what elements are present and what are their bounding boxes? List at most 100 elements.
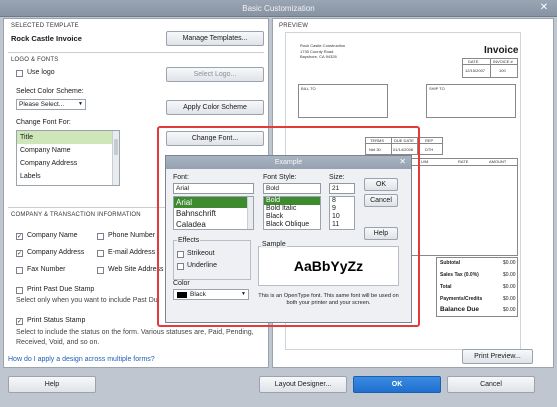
divider (8, 52, 264, 53)
company-address-label: Company Address (27, 249, 85, 256)
strikeout-checkbox[interactable] (177, 251, 184, 258)
balance-due-label: Balance Due (440, 306, 480, 313)
company-name-checkbox[interactable]: ✓ (16, 233, 23, 240)
company-address-checkbox[interactable]: ✓ (16, 250, 23, 257)
underline-checkbox[interactable] (177, 263, 184, 270)
phone-number-label: Phone Number (108, 232, 156, 239)
status-note-line-1: Select to include the status on the form… (16, 329, 254, 336)
layout-designer-button[interactable]: Layout Designer... (259, 376, 347, 393)
color-select[interactable]: Black ▼ (173, 289, 249, 300)
divider (462, 64, 518, 65)
dialog-ok-button[interactable]: OK (364, 178, 398, 191)
style-list[interactable]: Bold Bold Italic Black Black Oblique (263, 196, 321, 230)
manage-templates-button[interactable]: Manage Templates... (166, 31, 264, 46)
use-logo-label: Use logo (27, 69, 55, 76)
preview-heading: PREVIEW (279, 23, 309, 29)
total-value: $0.00 (503, 284, 516, 290)
cancel-button[interactable]: Cancel (447, 376, 535, 393)
list-item[interactable]: Black Oblique (264, 221, 320, 229)
size-input[interactable]: 21 (329, 183, 355, 194)
company-info-heading: COMPANY & TRANSACTION INFORMATION (11, 212, 141, 218)
select-logo-button[interactable]: Select Logo... (166, 67, 264, 82)
list-item[interactable]: Arial (174, 197, 253, 208)
list-item[interactable]: Labels (17, 170, 119, 183)
status-stamp-label: Print Status Stamp (27, 317, 86, 324)
subtotal-value: $0.00 (503, 260, 516, 266)
scrollbar[interactable] (247, 197, 253, 229)
status-stamp-checkbox[interactable]: ✓ (16, 318, 23, 325)
color-swatch (177, 292, 187, 298)
font-list[interactable]: Arial Bahnschrift Caladea (173, 196, 254, 230)
color-scheme-select[interactable]: Please Select... ▼ (16, 99, 86, 110)
sample-label: Sample (261, 241, 287, 248)
amount-header: AMOUNT (489, 159, 507, 164)
color-value: Black (190, 291, 206, 298)
past-due-note: Select only when you want to include Pas… (16, 297, 158, 304)
um-header: U/M (421, 159, 429, 164)
chevron-down-icon: ▼ (241, 291, 246, 297)
logo-fonts-heading: LOGO & FONTS (11, 57, 59, 63)
list-item[interactable]: Bahnschrift (174, 208, 253, 219)
sample-text: AaBbYyZz (293, 258, 364, 274)
list-item[interactable]: Title (17, 131, 119, 144)
web-site-checkbox[interactable] (97, 267, 104, 274)
selected-template-heading: SELECTED TEMPLATE (11, 23, 79, 29)
payments-label: Payments/Credits (440, 296, 483, 302)
payments-value: $0.00 (503, 296, 516, 302)
company-name-label: Company Name (27, 232, 78, 239)
color-label: Color (173, 280, 190, 287)
balance-due-value: $0.00 (503, 307, 516, 313)
list-item[interactable]: 8 (330, 197, 354, 205)
close-icon[interactable]: ✕ (399, 157, 406, 166)
color-scheme-label: Select Color Scheme: (16, 88, 84, 95)
past-due-checkbox[interactable] (16, 287, 23, 294)
sales-tax-value: $0.00 (503, 272, 516, 278)
subtotal-label: Subtotal (440, 260, 460, 266)
effects-label: Effects (177, 237, 201, 244)
rep-header: REP (425, 138, 434, 143)
scrollbar-thumb[interactable] (114, 139, 118, 155)
change-font-for-label: Change Font For: (16, 119, 71, 126)
total-label: Total (440, 284, 452, 290)
list-item[interactable]: 11 (330, 221, 354, 229)
phone-number-checkbox[interactable] (97, 233, 104, 240)
divider (490, 58, 491, 78)
list-item[interactable]: Caladea (174, 219, 253, 230)
chevron-down-icon: ▼ (78, 101, 83, 107)
help-button[interactable]: Help (8, 376, 96, 393)
preview-company-addr2: Bayshore, CA 94326 (300, 54, 337, 59)
list-item[interactable]: Bold Italic (264, 205, 320, 213)
strikeout-label: Strikeout (187, 250, 215, 257)
window-title-bar: Basic Customization (0, 0, 557, 17)
list-item[interactable]: Bold (264, 197, 320, 205)
sample-note: This is an OpenType font. This same font… (258, 293, 399, 306)
style-input[interactable]: Bold (263, 183, 321, 194)
bill-to-label: BILL TO (301, 86, 316, 91)
dialog-cancel-button[interactable]: Cancel (364, 194, 398, 207)
rate-header: RATE (458, 159, 469, 164)
effects-group (173, 240, 251, 280)
preview-date-label: DATE (468, 59, 479, 64)
scrollbar[interactable] (112, 131, 119, 185)
list-item[interactable]: Company Name (17, 144, 119, 157)
fax-number-checkbox[interactable] (16, 267, 23, 274)
dialog-help-button[interactable]: Help (364, 227, 398, 240)
web-site-label: Web Site Address (108, 266, 164, 273)
font-input[interactable]: Arial (173, 183, 254, 194)
use-logo-checkbox[interactable] (16, 70, 23, 77)
help-link[interactable]: How do I apply a design across multiple … (8, 356, 155, 363)
list-item[interactable]: 9 (330, 205, 354, 213)
window-title: Basic Customization (242, 4, 315, 13)
print-preview-button[interactable]: Print Preview... (462, 349, 533, 364)
size-list[interactable]: 8 9 10 11 (329, 196, 355, 230)
status-note-line-2: Received, Void, and so on. (16, 339, 100, 346)
list-item[interactable]: 10 (330, 213, 354, 221)
ok-button[interactable]: OK (353, 376, 441, 393)
apply-color-scheme-button[interactable]: Apply Color Scheme (166, 100, 264, 115)
preview-invoice-label: INVOICE # (493, 59, 513, 64)
list-item[interactable]: Black (264, 213, 320, 221)
font-target-list[interactable]: Title Company Name Company Address Label… (16, 130, 120, 186)
email-address-checkbox[interactable] (97, 250, 104, 257)
close-icon[interactable]: ✕ (537, 2, 551, 14)
list-item[interactable]: Company Address (17, 157, 119, 170)
